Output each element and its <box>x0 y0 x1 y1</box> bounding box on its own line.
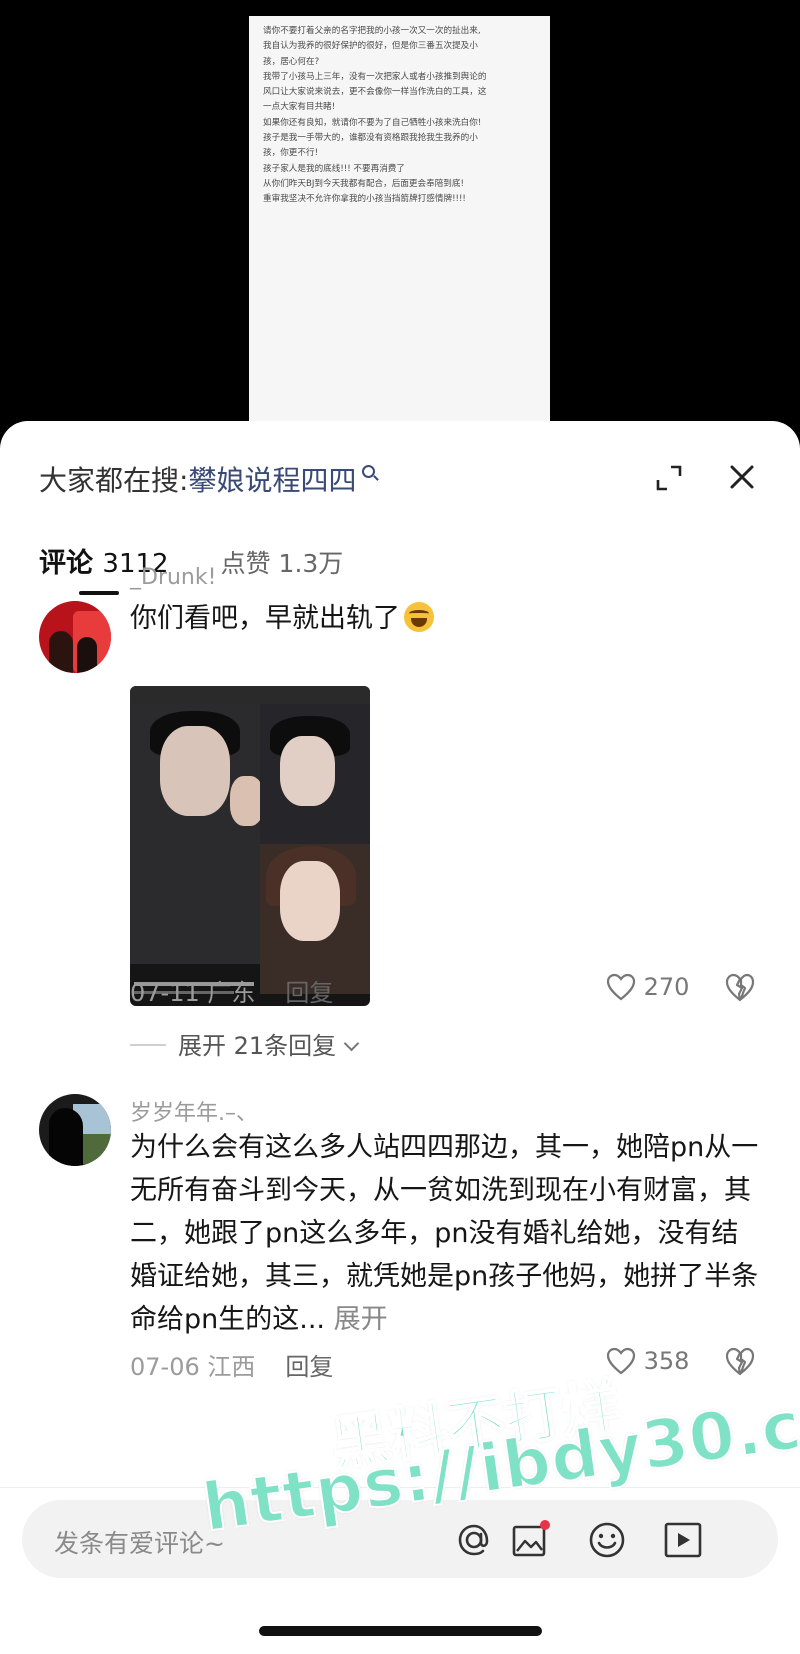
video-text-line: 风口让大家说来说去，更不会像你一样当作洗白的工具，这 <box>263 87 487 98</box>
tab-comments-label: 评论 <box>39 548 93 579</box>
video-text-line: 重审我坚决不允许你拿我的小孩当挡箭牌打感情牌!!!! <box>263 194 466 205</box>
divider-dash <box>130 1044 166 1046</box>
trending-search-prefix: 大家都在搜: <box>39 464 189 497</box>
video-text-line: 孩，你更不行! <box>263 148 319 159</box>
broken-heart-icon[interactable] <box>724 971 756 1003</box>
video-text-line: 从你们昨天BJ到今天我都有配合，后面更会奉陪到底! <box>263 178 464 189</box>
active-tab-indicator <box>79 591 119 595</box>
tab-likes-count: 1.3万 <box>278 549 344 578</box>
avatar[interactable] <box>39 601 111 673</box>
video-text-line: 一点大家有目共睹! <box>263 102 336 113</box>
divider <box>0 1487 800 1488</box>
video-text-line: 我带了小孩马上三年，没有一次把家人或者小孩推到舆论的 <box>263 71 487 82</box>
comment-text-content: 你们看吧，早就出轨了 <box>130 603 400 634</box>
like-button[interactable]: 270 <box>606 973 689 1001</box>
heart-icon <box>606 1347 636 1375</box>
search-icon <box>362 465 376 478</box>
video-text-line: 孩子是我一手带大的，谁都没有资格跟我抢我生我养的小 <box>263 133 478 144</box>
chevron-down-icon <box>343 1035 360 1052</box>
emoji-icon[interactable] <box>587 1520 627 1560</box>
video-text-line: 如果你还有良知，就请你不要为了自己牺牲小孩来洗白你! <box>263 117 482 128</box>
reply-button[interactable]: 回复 <box>285 1353 333 1381</box>
comment-meta: 07-11 广东 回复 <box>130 973 333 1008</box>
comment-text: 你们看吧，早就出轨了 <box>130 597 760 640</box>
like-count: 270 <box>643 973 690 1001</box>
video-text-line: 孩，居心何在? <box>263 56 320 67</box>
mention-icon[interactable] <box>454 1520 494 1560</box>
comment-username[interactable]: 岁岁年年.–、 <box>130 1095 258 1127</box>
comments-sheet: 大家都在搜:攀娘说程四四 评论 3112 点赞 1.3万 _Drunk! 你们看吧… <box>0 421 800 1654</box>
comment-text-content: 为什么会有这么多人站四四那边，其一，她陪pn从一无所有奋斗到今天，从一贫如洗到现… <box>130 1132 759 1335</box>
trending-search[interactable]: 大家都在搜:攀娘说程四四 <box>39 459 376 499</box>
close-icon[interactable] <box>728 463 756 491</box>
comment-input-placeholder: 发条有爱评论~ <box>54 1529 225 1558</box>
expand-icon[interactable] <box>656 465 682 491</box>
video-content[interactable]: 请你不要打着父亲的名字把我的小孩一次又一次的扯出来, 我自认为我养的很好保护的很… <box>249 16 550 421</box>
video-text-line: 请你不要打着父亲的名字把我的小孩一次又一次的扯出来, <box>263 26 481 36</box>
comment-image[interactable] <box>130 686 370 1006</box>
like-button[interactable]: 358 <box>606 1347 689 1375</box>
reply-button[interactable]: 回复 <box>285 979 333 1007</box>
heart-icon <box>606 973 636 1001</box>
tab-likes-label: 点赞 <box>220 549 271 578</box>
image-icon[interactable] <box>510 1520 550 1560</box>
trending-search-keyword[interactable]: 攀娘说程四四 <box>188 464 356 497</box>
avatar[interactable] <box>39 1094 111 1166</box>
comment-date-location: 07-11 广东 <box>130 979 256 1007</box>
broken-heart-icon[interactable] <box>724 1345 756 1377</box>
home-indicator[interactable] <box>259 1626 542 1636</box>
expand-text-button[interactable]: 展开 <box>334 1304 388 1335</box>
comment-input[interactable]: 发条有爱评论~ <box>22 1500 778 1578</box>
tab-likes[interactable]: 点赞 1.3万 <box>221 549 344 578</box>
expand-replies-button[interactable]: 展开 21条回复 <box>130 1026 360 1061</box>
comment-username[interactable]: _Drunk! <box>130 565 216 590</box>
comment-date-location: 07-06 江西 <box>130 1353 256 1381</box>
comment-text: 为什么会有这么多人站四四那边，其一，她陪pn从一无所有奋斗到今天，从一贫如洗到现… <box>130 1126 760 1341</box>
video-icon[interactable] <box>663 1520 703 1560</box>
like-count: 358 <box>643 1347 690 1375</box>
comment-meta: 07-06 江西 回复 <box>130 1347 333 1382</box>
video-text-line: 我自认为我养的很好保护的很好，但是你三番五次提及小 <box>263 41 478 52</box>
laughing-emoji-icon <box>404 602 434 632</box>
expand-replies-label: 展开 21条回复 <box>178 1032 337 1060</box>
video-text-line: 孩子家人是我的底线!!! 不要再消费了 <box>263 163 405 174</box>
